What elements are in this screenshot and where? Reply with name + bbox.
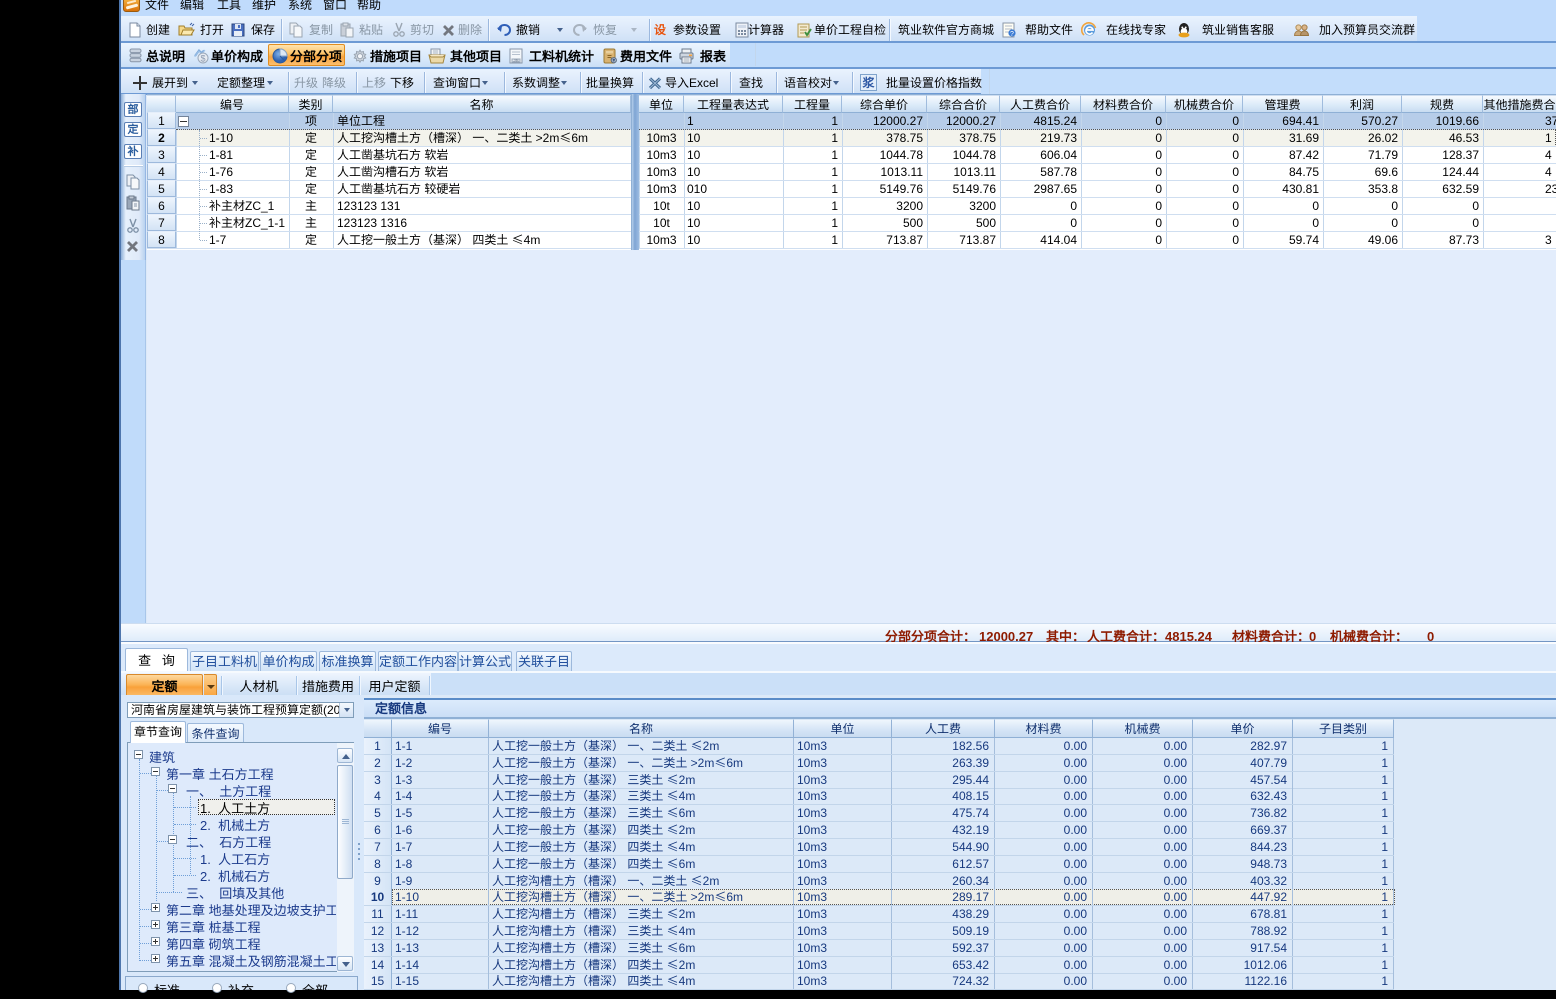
svg-text:JS: JS: [513, 58, 518, 63]
svg-text:$: $: [200, 54, 205, 64]
svg-text:?: ?: [1010, 29, 1014, 38]
